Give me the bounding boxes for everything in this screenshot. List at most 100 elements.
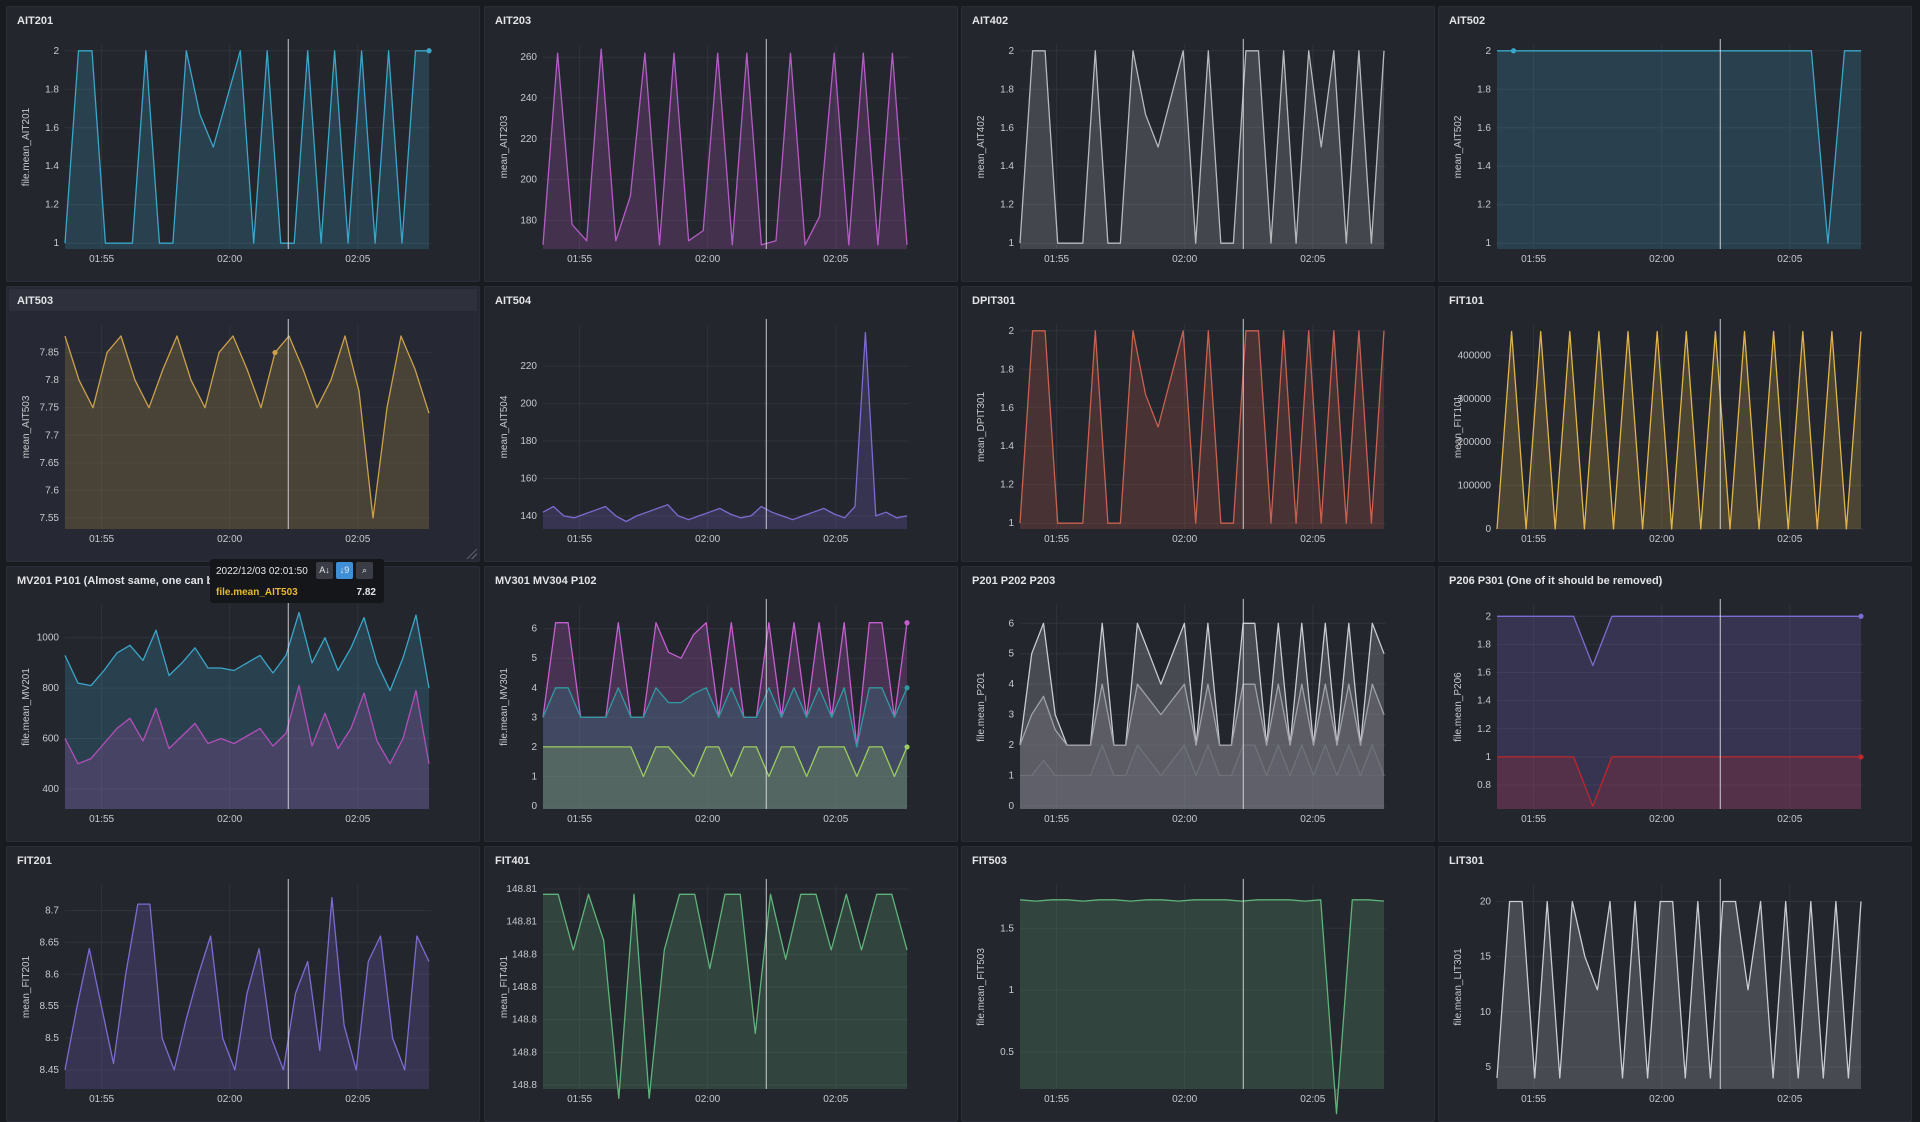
x-tick-label: 02:00 [217, 534, 242, 545]
chart-svg[interactable]: 8.7 8.65 8.6 8.55 8.5 8.45 01:55 02:00 02:05 mean… [7, 847, 480, 1122]
dashboard-grid: AIT201 2 1.8 1.6 1.4 1.2 1 01:55 02:00 02:05 file.… [0, 0, 1920, 1122]
chart-svg[interactable]: 2 1.8 1.6 1.4 1.2 1 01:55 02:00 02:05 mean_AIT502 [1439, 7, 1912, 282]
x-tick-label: 01:55 [567, 1094, 592, 1105]
y-tick-label: 220 [520, 361, 537, 372]
y-tick-label: 5 [1008, 649, 1014, 660]
chart-svg[interactable]: 20 15 10 5 01:55 02:00 02:05 file.mean_LIT301 [1439, 847, 1912, 1122]
y-axis-label: mean_AIT203 [499, 115, 510, 178]
panel-lit301[interactable]: LIT301 20 15 10 5 01:55 02:00 02:05 file.mean_LI… [1438, 846, 1912, 1122]
x-tick-label: 01:55 [1521, 534, 1546, 545]
y-tick-label: 180 [520, 436, 537, 447]
y-tick-label: 8.65 [40, 937, 60, 948]
chart-svg[interactable]: 2 1.8 1.6 1.4 1.2 1 0.8 01:55 02:00 02:05 file.mea… [1439, 567, 1912, 842]
panel-p206[interactable]: P206 P301 (One of it should be removed) 2… [1438, 566, 1912, 842]
y-tick-label: 10 [1480, 1007, 1492, 1018]
panel-ait502[interactable]: AIT502 2 1.8 1.6 1.4 1.2 1 01:55 02:00 02:05 mean_… [1438, 6, 1912, 282]
chart-svg[interactable]: 7.85 7.8 7.75 7.7 7.65 7.6 7.55 01:55 02:00 02:05… [7, 287, 480, 562]
y-axis-label: mean_AIT504 [499, 395, 510, 458]
y-tick-label: 1.6 [1000, 123, 1014, 134]
series-area [1497, 50, 1861, 249]
y-tick-label: 240 [520, 93, 537, 104]
y-tick-label: 0.8 [1477, 780, 1491, 791]
panel-ait402[interactable]: AIT402 2 1.8 1.6 1.4 1.2 1 01:55 02:00 02:05 mean_… [961, 6, 1435, 282]
chart-svg[interactable]: 2 1.8 1.6 1.4 1.2 1 01:55 02:00 02:05 mean_AIT402 [962, 7, 1435, 282]
y-tick-label: 7.75 [40, 403, 60, 414]
panel-mv201[interactable]: MV201 P101 (Almost same, one can be remo… [6, 566, 480, 842]
x-tick-label: 01:55 [1044, 534, 1069, 545]
chart-svg[interactable]: 2 1.8 1.6 1.4 1.2 1 01:55 02:00 02:05 mean_DPIT30… [962, 287, 1435, 562]
y-tick-label: 1 [1008, 518, 1014, 529]
y-tick-label: 0 [531, 801, 537, 812]
panel-dpit301[interactable]: DPIT301 2 1.8 1.6 1.4 1.2 1 01:55 02:00 02:05 mean… [961, 286, 1435, 562]
x-tick-label: 02:00 [1649, 254, 1674, 265]
x-tick-label: 02:05 [1777, 254, 1802, 265]
chart-svg[interactable]: 260 240 220 200 180 01:55 02:00 02:05 mean_AIT20… [485, 7, 958, 282]
x-tick-label: 02:00 [1172, 254, 1197, 265]
sort-az-icon[interactable]: A↓ [316, 562, 333, 579]
y-tick-label: 0 [1485, 524, 1491, 535]
y-tick-label: 1.2 [1000, 480, 1014, 491]
y-tick-label: 5 [531, 653, 537, 664]
panel-ait201[interactable]: AIT201 2 1.8 1.6 1.4 1.2 1 01:55 02:00 02:05 file.… [6, 6, 480, 282]
y-tick-label: 260 [520, 52, 537, 63]
x-tick-label: 02:00 [217, 1094, 242, 1105]
y-tick-label: 1.5 [1000, 923, 1014, 934]
y-tick-label: 6 [1008, 618, 1014, 629]
panel-ait503[interactable]: AIT503 7.85 7.8 7.75 7.7 7.65 7.6 7.55 01:55 02:0… [6, 286, 480, 562]
hover-point [272, 349, 278, 356]
chart-svg[interactable]: 6 5 4 3 2 1 0 01:55 02:00 02:05 file.mean_P201 [962, 567, 1435, 842]
y-axis-label: file.mean_FIT503 [976, 948, 987, 1026]
y-axis-label: mean_DPIT301 [976, 392, 987, 462]
chart-svg[interactable]: 1.5 1 0.5 01:55 02:00 02:05 file.mean_FIT503 [962, 847, 1435, 1122]
x-tick-label: 02:00 [695, 254, 720, 265]
x-tick-label: 02:00 [217, 254, 242, 265]
y-axis-label: mean_AIT502 [1453, 115, 1464, 178]
y-tick-label: 200 [520, 175, 537, 186]
panel-fit503[interactable]: FIT503 1.5 1 0.5 01:55 02:00 02:05 file.mean_FI… [961, 846, 1435, 1122]
hover-point [1858, 754, 1864, 760]
y-tick-label: 400 [42, 784, 59, 795]
y-tick-label: 8.45 [40, 1065, 60, 1076]
y-tick-label: 2 [1008, 740, 1014, 751]
chart-svg[interactable]: 400000300000200000100000001:55 02:00 02:05… [1439, 287, 1912, 562]
panel-ait203[interactable]: AIT203 260 240 220 200 180 01:55 02:00 02:05 mean… [484, 6, 958, 282]
x-tick-label: 02:05 [823, 534, 848, 545]
y-tick-label: 2 [1485, 611, 1491, 622]
y-tick-label: 148.81 [506, 917, 537, 928]
y-tick-label: 1.6 [1000, 403, 1014, 414]
search-icon[interactable]: ⌕ [356, 562, 373, 579]
y-tick-label: 148.8 [512, 1047, 537, 1058]
panel-ait504[interactable]: AIT504 220 200 180 160 140 01:55 02:00 02:05 mean… [484, 286, 958, 562]
y-tick-label: 1.8 [45, 84, 59, 95]
panel-fit101[interactable]: FIT101 400000 300000 200000 100000 0 01:55 02:0… [1438, 286, 1912, 562]
x-tick-label: 02:05 [345, 1094, 370, 1105]
panel-fit201[interactable]: FIT201 8.7 8.65 8.6 8.55 8.5 8.45 01:55 02:00 02:… [6, 846, 480, 1122]
y-axis-label: file.mean_AIT201 [21, 107, 32, 186]
chart-svg[interactable]: 6 5 4 3 2 1 0 01:55 02:00 02:05 file.mean_MV301 [485, 567, 958, 842]
panel-mv301[interactable]: MV301 MV304 P102 6 5 4 3 2 1 0 01:55 02:00 02:05 fi… [484, 566, 958, 842]
y-tick-label: 1.2 [45, 200, 59, 211]
y-tick-label: 800 [42, 683, 59, 694]
panel-p201[interactable]: P201 P202 P203 6 5 4 3 2 1 0 01:55 02:00 02:05 file… [961, 566, 1435, 842]
y-tick-label: 1 [531, 771, 537, 782]
y-tick-label: 1.2 [1000, 200, 1014, 211]
series-line[interactable] [542, 331, 908, 523]
y-tick-label: 180 [520, 215, 537, 226]
chart-svg[interactable]: 1000 800 600 400 01:55 02:00 02:05 file.mean_MV… [7, 567, 480, 842]
y-tick-label: 200 [520, 399, 537, 410]
x-tick-label: 02:05 [823, 814, 848, 825]
chart-svg[interactable]: 220 200 180 160 140 01:55 02:00 02:05 mean_AIT50… [485, 287, 958, 562]
chart-svg[interactable]: 148.81 148.81 148.8 148.8 148.8 148.8 148.8 01:… [485, 847, 958, 1122]
resize-handle[interactable] [465, 547, 477, 559]
panel-fit401[interactable]: FIT401 148.81 148.81 148.8 148.8 148.8 148.8 14… [484, 846, 958, 1122]
chart-svg[interactable]: 2 1.8 1.6 1.4 1.2 1 01:55 02:00 02:05 file.mean_A… [7, 7, 480, 282]
tooltip-series-name: file.mean_AIT503 [216, 587, 298, 598]
x-tick-label: 02:00 [695, 814, 720, 825]
y-tick-label: 140 [520, 511, 537, 522]
y-tick-label: 7.8 [45, 375, 59, 386]
y-tick-label: 7.7 [45, 430, 59, 441]
y-tick-label: 148.8 [512, 1015, 537, 1026]
y-tick-label: 1 [1485, 238, 1491, 249]
y-tick-label: 1 [1485, 752, 1491, 763]
sort-numeric-icon[interactable]: ↓9 [336, 562, 353, 579]
